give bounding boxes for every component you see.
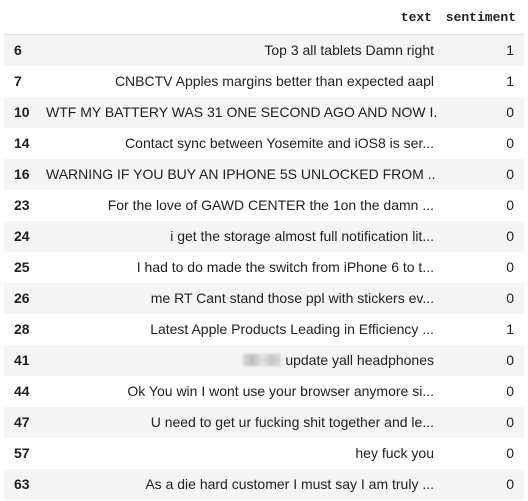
row-index: 41 — [4, 344, 46, 376]
text-cell-value: CNBCTV Apples margins better than expect… — [114, 73, 434, 89]
text-cell-value: Ok You win I wont use your browser anymo… — [127, 383, 434, 399]
row-index: 10 — [4, 96, 46, 128]
text-cell: For the love of GAWD CENTER the 1on the … — [46, 189, 436, 221]
text-cell: WTF MY BATTERY WAS 31 ONE SECOND AGO AND… — [46, 96, 436, 128]
row-index: 6 — [4, 34, 46, 66]
text-cell-value: hey fuck you — [355, 445, 434, 461]
text-cell: update yall headphones — [46, 344, 436, 376]
row-index: 44 — [4, 375, 46, 407]
row-index: 63 — [4, 468, 46, 500]
table-row: 26 me RT Cant stand those ppl with sticke… — [4, 282, 524, 314]
header-row: text sentiment — [4, 0, 524, 35]
sentiment-cell: 0 — [436, 127, 524, 159]
table-header: text sentiment — [4, 0, 524, 35]
sentiment-cell: 0 — [436, 344, 524, 376]
sentiment-cell: 1 — [436, 34, 524, 66]
text-cell-value: For the love of GAWD CENTER the 1on the … — [107, 197, 434, 213]
text-cell: As a die hard customer I must say I am t… — [46, 468, 436, 500]
text-cell-value: me RT Cant stand those ppl with stickers… — [150, 290, 434, 306]
text-cell-value: i get the storage almost full notificati… — [170, 228, 434, 244]
text-cell: WARNING IF YOU BUY AN IPHONE 5S UNLOCKED… — [46, 158, 436, 190]
sentiment-cell: 0 — [436, 96, 524, 128]
text-cell: me RT Cant stand those ppl with stickers… — [46, 282, 436, 314]
dataframe-output: text sentiment 6 Top 3 all tablets Damn r… — [0, 0, 528, 501]
text-cell-value: Latest Apple Products Leading in Efficie… — [150, 321, 434, 337]
text-cell: Latest Apple Products Leading in Efficie… — [46, 313, 436, 345]
table-row: 10 WTF MY BATTERY WAS 31 ONE SECOND AGO A… — [4, 96, 524, 128]
table-row: 24 i get the storage almost full notifica… — [4, 220, 524, 252]
table-row: 41 update yall headphones 0 — [4, 344, 524, 376]
row-index: 25 — [4, 251, 46, 283]
text-cell: U need to get ur fucking shit together a… — [46, 406, 436, 438]
sentiment-cell: 0 — [436, 158, 524, 190]
text-cell: CNBCTV Apples margins better than expect… — [46, 65, 436, 97]
row-index: 47 — [4, 406, 46, 438]
row-index: 14 — [4, 127, 46, 159]
text-cell: Contact sync between Yosemite and iOS8 i… — [46, 127, 436, 159]
row-index: 28 — [4, 313, 46, 345]
row-index: 24 — [4, 220, 46, 252]
table-row: 57 hey fuck you 0 — [4, 437, 524, 469]
text-cell-value: WARNING IF YOU BUY AN IPHONE 5S UNLOCKED… — [46, 166, 436, 182]
sentiment-cell: 0 — [436, 220, 524, 252]
table-row: 28 Latest Apple Products Leading in Effic… — [4, 313, 524, 345]
text-cell: hey fuck you — [46, 437, 436, 469]
sentiment-cell: 0 — [436, 282, 524, 314]
row-index: 16 — [4, 158, 46, 190]
text-cell-value: I had to do made the switch from iPhone … — [136, 259, 434, 275]
row-index: 7 — [4, 65, 46, 97]
row-index: 23 — [4, 189, 46, 221]
table-body: 6 Top 3 all tablets Damn right 1 7 CNBCTV Ap… — [4, 34, 524, 500]
sentiment-cell: 0 — [436, 468, 524, 500]
row-index: 57 — [4, 437, 46, 469]
text-cell-value: U need to get ur fucking shit together a… — [150, 414, 434, 430]
sentiment-column-header: sentiment — [436, 0, 524, 35]
text-column-header: text — [46, 0, 436, 35]
redacted-username-blur — [243, 354, 282, 366]
text-cell-value: As a die hard customer I must say I am t… — [145, 476, 434, 492]
text-cell-value: Top 3 all tablets Damn right — [264, 42, 434, 59]
sentiment-cell: 0 — [436, 437, 524, 469]
text-cell-value: WTF MY BATTERY WAS 31 ONE SECOND AGO AND… — [46, 104, 436, 120]
table-row: 6 Top 3 all tablets Damn right 1 — [4, 34, 524, 66]
sentiment-cell: 0 — [436, 189, 524, 221]
table-row: 14 Contact sync between Yosemite and iOS8… — [4, 127, 524, 159]
text-cell: Ok You win I wont use your browser anymo… — [46, 375, 436, 407]
index-column-header — [4, 0, 46, 35]
table-row: 7 CNBCTV Apples margins better than expec… — [4, 65, 524, 97]
text-cell: Top 3 all tablets Damn right — [46, 34, 436, 66]
sentiment-cell: 0 — [436, 406, 524, 438]
sentiment-cell: 0 — [436, 251, 524, 283]
table-row: 16 WARNING IF YOU BUY AN IPHONE 5S UNLOCK… — [4, 158, 524, 190]
table-row: 25 I had to do made the switch from iPhon… — [4, 251, 524, 283]
sentiment-cell: 1 — [436, 313, 524, 345]
text-cell-value: Contact sync between Yosemite and iOS8 i… — [125, 135, 434, 151]
row-index: 26 — [4, 282, 46, 314]
dataframe-table: text sentiment 6 Top 3 all tablets Damn r… — [4, 0, 524, 500]
sentiment-cell: 0 — [436, 375, 524, 407]
sentiment-cell: 1 — [436, 65, 524, 97]
text-cell: I had to do made the switch from iPhone … — [46, 251, 436, 283]
text-cell: i get the storage almost full notificati… — [46, 220, 436, 252]
table-row: 63 As a die hard customer I must say I am… — [4, 468, 524, 500]
table-row: 23 For the love of GAWD CENTER the 1on th… — [4, 189, 524, 221]
table-row: 47 U need to get ur fucking shit together… — [4, 406, 524, 438]
text-cell-value: update yall headphones — [285, 352, 434, 368]
table-row: 44 Ok You win I wont use your browser any… — [4, 375, 524, 407]
